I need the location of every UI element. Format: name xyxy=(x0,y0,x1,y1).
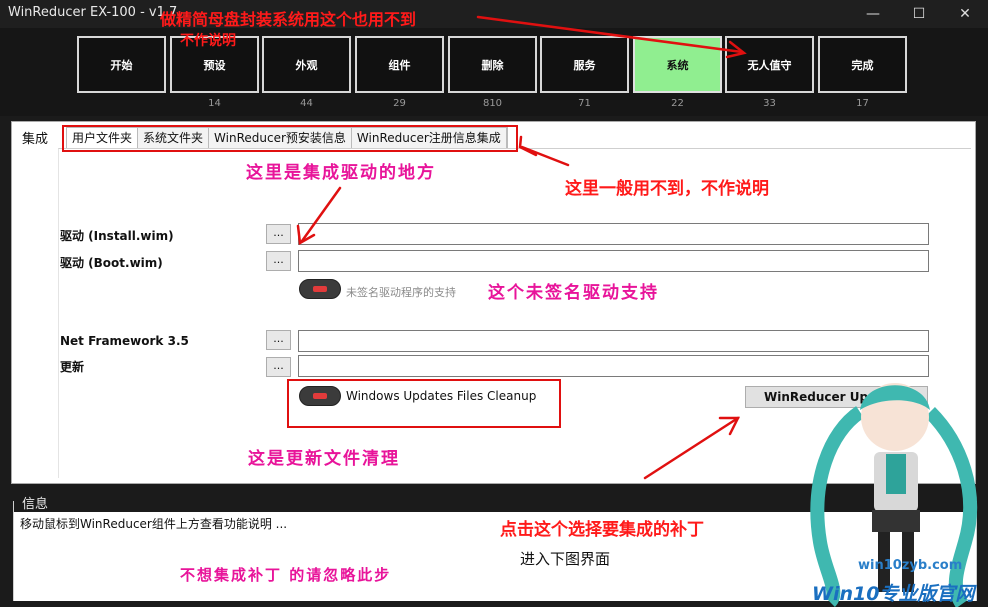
annotation-ignore: 不想集成补丁 的请忽略此步 xyxy=(180,566,392,584)
arrow-to-unattended xyxy=(476,15,744,54)
annotation-top: 做精简母盘封装系统用这个也用不到 xyxy=(160,10,417,29)
annotation-next: 进入下图界面 xyxy=(520,550,611,568)
annotation-top-2: 不作说明 xyxy=(180,33,236,49)
annotation-drivers: 这里是集成驱动的地方 xyxy=(246,163,436,183)
annotation-unsigned: 这个未签名驱动支持 xyxy=(488,283,659,303)
annotation-cleanup: 这是更新文件清理 xyxy=(248,449,400,469)
watermark-site: win10zyb.com xyxy=(858,558,963,573)
arrow-to-update-button xyxy=(643,416,740,480)
watermark-brand: Win10专业版官网 xyxy=(812,583,975,605)
annotation-tabs: 这里一般用不到，不作说明 xyxy=(565,179,769,199)
arrow-to-driver-field xyxy=(300,186,342,243)
arrow-to-subtabs xyxy=(520,145,570,167)
annotation-patch: 点击这个选择要集成的补丁 xyxy=(500,520,704,540)
